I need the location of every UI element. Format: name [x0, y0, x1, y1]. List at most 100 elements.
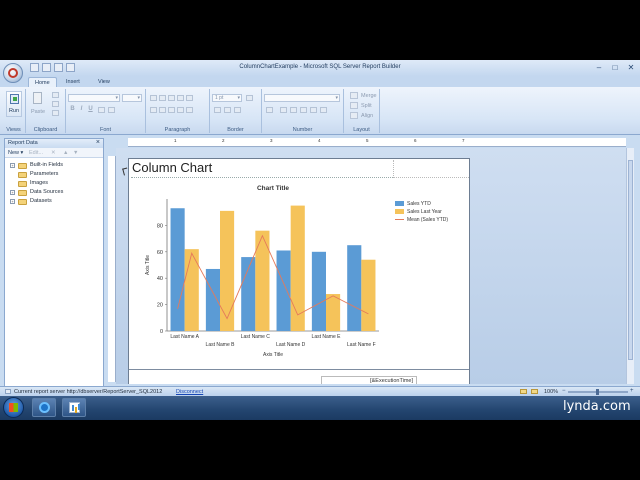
folder-icon — [18, 163, 27, 169]
bullets-icon[interactable] — [177, 107, 184, 113]
report-title-textbox[interactable]: Column Chart — [131, 160, 393, 178]
number-group: ▾ Number — [262, 89, 344, 133]
copy-icon[interactable] — [52, 101, 59, 107]
zoom-slider[interactable] — [568, 389, 628, 395]
new-button[interactable]: New ▾ — [8, 150, 23, 156]
page-view-icon[interactable] — [531, 389, 538, 394]
close-pane-icon[interactable]: × — [96, 139, 100, 146]
tree-item-built-in-fields[interactable]: + Built-in Fields — [8, 161, 100, 170]
move-down-icon[interactable]: ▼ — [73, 150, 78, 156]
column-chart[interactable]: Chart Title 0 20 40 60 80 Axis Title Last Name … — [137, 179, 467, 369]
split-button[interactable]: Split — [350, 102, 372, 109]
internet-explorer-icon — [39, 402, 50, 413]
tree-item-images[interactable]: Images — [8, 179, 100, 188]
decrease-decimal-icon[interactable] — [320, 107, 327, 113]
ribbon-tabs: Home Insert View — [0, 76, 640, 87]
bar-sales-last-year — [361, 259, 376, 331]
bold-button[interactable]: B — [69, 106, 76, 113]
tab-view[interactable]: View — [92, 77, 116, 87]
report-body[interactable]: Column Chart Chart Title 0 20 40 60 80 Axis Ti… — [128, 158, 470, 384]
align-left-icon[interactable] — [150, 107, 157, 113]
design-surface[interactable]: Column Chart Chart Title 0 20 40 60 80 Axis Ti… — [116, 148, 626, 384]
start-button[interactable] — [3, 397, 24, 418]
font-color-icon[interactable] — [98, 107, 105, 113]
border-style-icon[interactable] — [214, 107, 221, 113]
zoom-out-icon[interactable]: − — [562, 388, 566, 394]
design-view-icon[interactable] — [520, 389, 527, 394]
paragraph-group-label: Paragraph — [164, 127, 191, 133]
zoom-slider-knob[interactable] — [596, 389, 599, 395]
outdent-icon[interactable] — [186, 95, 193, 101]
font-name-combo[interactable]: ▾ — [68, 94, 120, 102]
border-color-icon[interactable] — [246, 95, 253, 101]
header-textbox[interactable] — [393, 160, 469, 178]
comma-style-icon[interactable] — [300, 107, 307, 113]
border-group: 1 pt ▾ Border — [210, 89, 262, 133]
paste-button[interactable]: Paste — [30, 91, 46, 117]
cut-icon[interactable] — [52, 92, 59, 98]
ruler-mark: 2 — [222, 138, 225, 143]
currency-icon[interactable] — [280, 107, 287, 113]
underline-button[interactable]: U — [87, 106, 94, 113]
run-button[interactable]: Run — [6, 91, 22, 117]
align-bottom-icon[interactable] — [168, 95, 175, 101]
delete-icon[interactable]: ✕ — [51, 150, 56, 156]
borders-icon[interactable] — [224, 107, 231, 113]
ruler-mark: 6 — [414, 138, 417, 143]
edit-button[interactable]: Edit... — [29, 150, 43, 156]
x-tick-label: Last Name B — [206, 342, 236, 348]
report-data-tree: + Built-in Fields Parameters Images + Data… — [5, 158, 103, 209]
vertical-scrollbar[interactable] — [626, 148, 634, 384]
merge-button[interactable]: Merge — [350, 92, 377, 99]
tab-insert[interactable]: Insert — [60, 77, 86, 87]
folder-icon — [18, 190, 27, 196]
execution-time-textbox[interactable]: [&ExecutionTime] — [321, 376, 417, 384]
align-top-icon[interactable] — [150, 95, 157, 101]
application-button[interactable] — [3, 63, 23, 83]
align-middle-icon[interactable] — [159, 95, 166, 101]
views-group: Run Views — [2, 89, 26, 133]
numbering-icon[interactable] — [186, 107, 193, 113]
zoom-in-icon[interactable]: + — [630, 388, 634, 394]
folder-icon — [18, 181, 27, 187]
italic-button[interactable]: I — [78, 106, 85, 113]
scrollbar-thumb[interactable] — [628, 160, 633, 360]
expand-icon[interactable]: + — [10, 199, 15, 204]
align-right-icon[interactable] — [168, 107, 175, 113]
tab-home[interactable]: Home — [28, 77, 57, 87]
bar-sales-last-year — [326, 294, 341, 331]
legend-label: Sales YTD — [407, 201, 431, 207]
placeholder-styles-icon[interactable] — [266, 107, 273, 113]
vertical-ruler — [108, 156, 116, 382]
tree-item-parameters[interactable]: Parameters — [8, 170, 100, 179]
percent-icon[interactable] — [290, 107, 297, 113]
format-painter-icon[interactable] — [52, 110, 59, 116]
ruler-mark: 4 — [318, 138, 321, 143]
y-axis-title: Axis Title — [145, 255, 151, 275]
expand-icon[interactable]: + — [10, 190, 15, 195]
indent-icon[interactable] — [177, 95, 184, 101]
number-format-combo[interactable]: ▾ — [264, 94, 340, 102]
tree-item-data-sources[interactable]: + Data Sources — [8, 188, 100, 197]
taskbar-internet-explorer[interactable] — [32, 398, 56, 417]
fill-color-icon[interactable] — [234, 107, 241, 113]
disconnect-link[interactable]: Disconnect — [176, 389, 203, 395]
align-button[interactable]: Align — [350, 112, 373, 119]
font-size-combo[interactable]: ▾ — [122, 94, 142, 102]
maximize-icon[interactable]: □ — [610, 63, 620, 72]
font-group: ▾ ▾ B I U Font — [66, 89, 146, 133]
number-group-label: Number — [292, 127, 313, 133]
minimize-icon[interactable]: – — [594, 63, 604, 72]
increase-decimal-icon[interactable] — [310, 107, 317, 113]
border-width-combo[interactable]: 1 pt ▾ — [212, 94, 242, 102]
bar-sales-ytd — [347, 245, 362, 331]
highlight-icon[interactable] — [108, 107, 115, 113]
move-up-icon[interactable]: ▲ — [63, 150, 68, 156]
align-center-icon[interactable] — [159, 107, 166, 113]
taskbar-report-builder[interactable] — [62, 398, 86, 417]
video-letterbox-top — [0, 0, 640, 60]
tree-item-datasets[interactable]: + Datasets — [8, 197, 100, 206]
close-icon[interactable]: ✕ — [626, 63, 636, 72]
expand-icon[interactable]: + — [10, 163, 15, 168]
bar-sales-ytd — [276, 250, 291, 331]
